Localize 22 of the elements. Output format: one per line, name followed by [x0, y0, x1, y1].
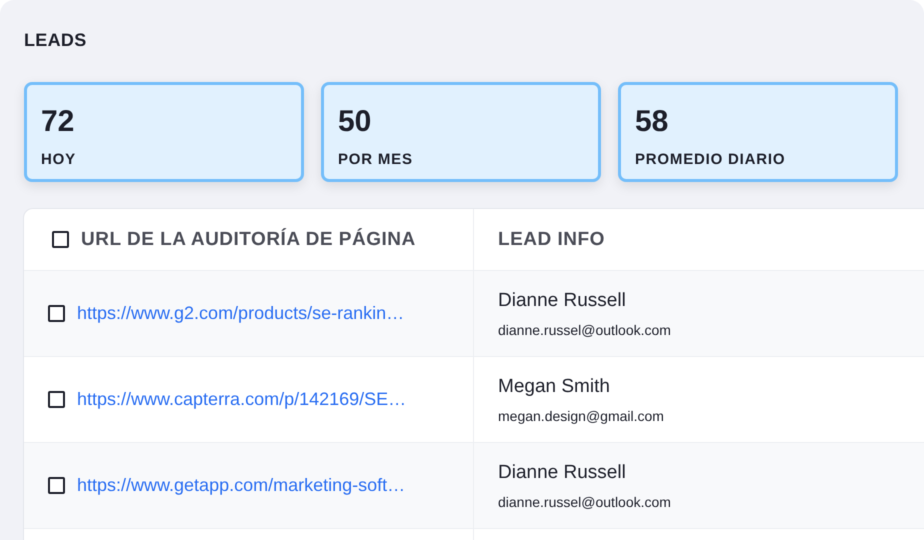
url-link[interactable]: https://www.capterra.com/p/142169/SE…: [77, 389, 406, 410]
lead-email: dianne.russel@outlook.com: [498, 494, 671, 510]
section-title: LEADS: [24, 30, 88, 51]
stat-label: PROMEDIO DIARIO: [635, 151, 786, 168]
url-link[interactable]: https://www.getapp.com/marketing-soft…: [77, 475, 406, 496]
lead-name: Dianne Russell: [498, 462, 626, 484]
checkbox[interactable]: [48, 477, 65, 494]
column-header: LEAD INFO: [498, 228, 605, 250]
lead-name: Megan Smith: [498, 376, 610, 398]
checkbox[interactable]: [48, 391, 65, 408]
stat-label: HOY: [41, 151, 76, 168]
lead-email: megan.design@gmail.com: [498, 408, 664, 424]
checkbox[interactable]: [48, 305, 65, 322]
lead-name: Dianne Russell: [498, 290, 626, 312]
stat-label: POR MES: [338, 151, 413, 168]
checkbox[interactable]: [52, 231, 69, 248]
stat-value: 72: [41, 105, 74, 139]
column-header: URL DE LA AUDITORÍA DE PÁGINA: [81, 228, 416, 250]
stat-value: 50: [338, 105, 372, 139]
lead-email: dianne.russel@outlook.com: [498, 322, 671, 338]
url-link[interactable]: https://www.g2.com/products/se-rankin…: [77, 303, 404, 324]
stat-value: 58: [635, 105, 668, 139]
